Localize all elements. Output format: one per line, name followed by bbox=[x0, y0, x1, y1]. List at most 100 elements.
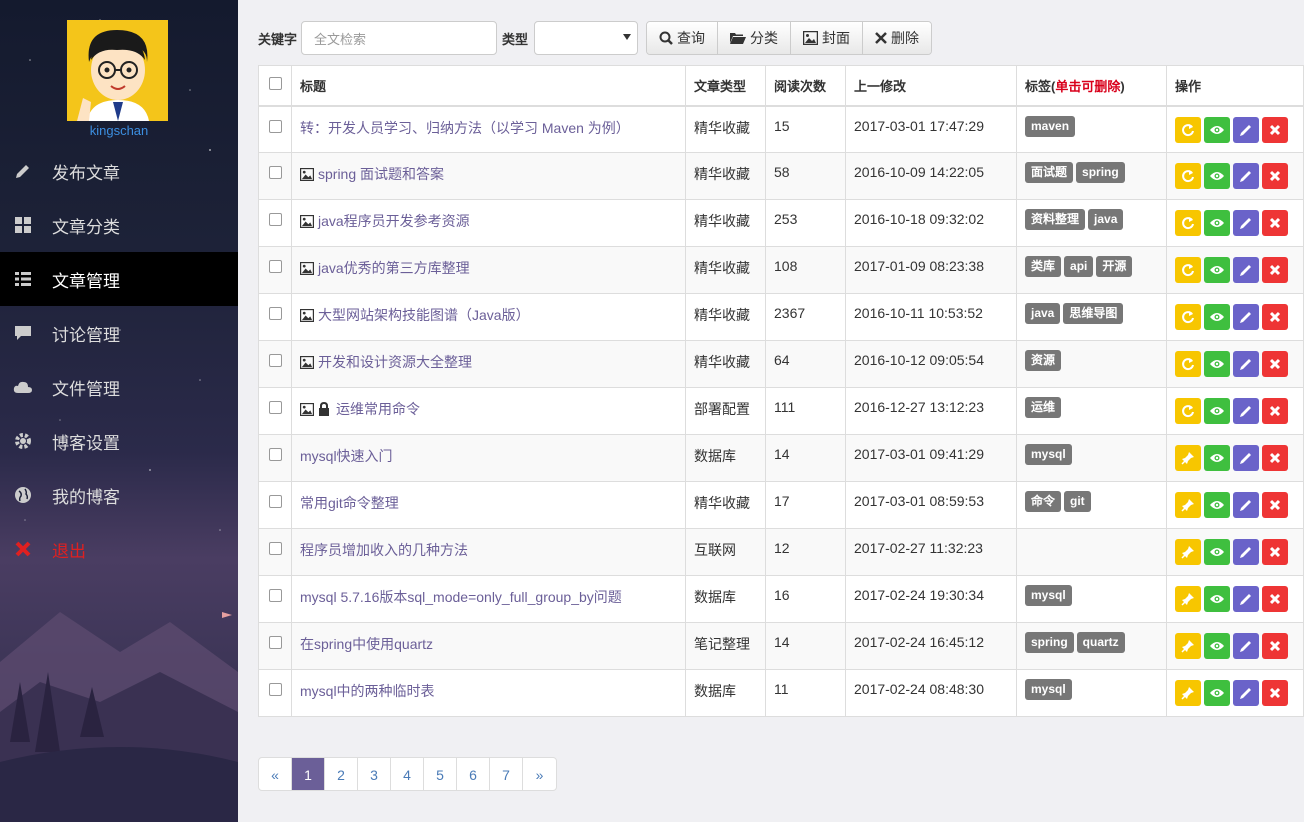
row-checkbox[interactable] bbox=[268, 354, 282, 367]
edit-button[interactable] bbox=[1233, 163, 1259, 189]
refresh-button[interactable] bbox=[1175, 304, 1201, 330]
refresh-button[interactable] bbox=[1175, 351, 1201, 377]
view-button[interactable] bbox=[1204, 257, 1230, 283]
pagination-page[interactable]: 5 bbox=[424, 758, 457, 790]
pagination-page[interactable]: 3 bbox=[358, 758, 391, 790]
tag-badge[interactable]: 面试题 bbox=[1025, 162, 1074, 183]
row-checkbox[interactable] bbox=[268, 636, 282, 649]
delete-row-button[interactable] bbox=[1262, 492, 1288, 518]
row-checkbox[interactable] bbox=[268, 119, 282, 133]
header-modified[interactable]: 上一修改 bbox=[845, 65, 1017, 107]
pin-button[interactable] bbox=[1175, 539, 1201, 565]
tag-badge[interactable]: git bbox=[1064, 491, 1091, 512]
delete-row-button[interactable] bbox=[1262, 257, 1288, 283]
tag-badge[interactable]: mysql bbox=[1025, 585, 1072, 606]
view-button[interactable] bbox=[1204, 680, 1230, 706]
edit-button[interactable] bbox=[1233, 445, 1259, 471]
type-select[interactable] bbox=[534, 21, 639, 55]
tag-badge[interactable]: 类库 bbox=[1025, 256, 1062, 277]
tag-badge[interactable]: java bbox=[1025, 303, 1061, 324]
article-title-link[interactable]: 在spring中使用quartz bbox=[300, 636, 433, 652]
avatar[interactable] bbox=[67, 20, 168, 121]
sidebar-item-logout[interactable]: 退出 bbox=[0, 522, 238, 576]
cover-button[interactable]: 封面 bbox=[791, 22, 864, 54]
view-button[interactable] bbox=[1204, 210, 1230, 236]
tag-badge[interactable]: spring bbox=[1025, 632, 1074, 653]
view-button[interactable] bbox=[1204, 492, 1230, 518]
row-checkbox[interactable] bbox=[268, 401, 282, 414]
edit-button[interactable] bbox=[1233, 398, 1259, 424]
header-reads[interactable]: 阅读次数 bbox=[765, 65, 846, 107]
header-type[interactable]: 文章类型 bbox=[685, 65, 766, 107]
pagination-page[interactable]: 7 bbox=[490, 758, 523, 790]
pagination-page[interactable]: 6 bbox=[457, 758, 490, 790]
view-button[interactable] bbox=[1204, 633, 1230, 659]
article-title-link[interactable]: mysql快速入门 bbox=[300, 448, 393, 464]
delete-row-button[interactable] bbox=[1262, 539, 1288, 565]
row-checkbox[interactable] bbox=[268, 495, 282, 508]
sidebar-item-categories[interactable]: 文章分类 bbox=[0, 198, 238, 252]
edit-button[interactable] bbox=[1233, 539, 1259, 565]
delete-button[interactable]: 删除 bbox=[863, 22, 932, 54]
pagination-page[interactable]: 2 bbox=[325, 758, 358, 790]
article-title-link[interactable]: spring 面试题和答案 bbox=[300, 166, 444, 182]
article-title-link[interactable]: 常用git命令整理 bbox=[300, 495, 399, 511]
article-title-link[interactable]: 程序员增加收入的几种方法 bbox=[300, 542, 468, 558]
select-all-checkbox[interactable] bbox=[268, 77, 282, 91]
row-checkbox[interactable] bbox=[268, 307, 282, 320]
sidebar-item-publish[interactable]: 发布文章 bbox=[0, 144, 238, 198]
tag-badge[interactable]: api bbox=[1064, 256, 1094, 277]
tag-badge[interactable]: 运维 bbox=[1025, 397, 1062, 418]
view-button[interactable] bbox=[1204, 398, 1230, 424]
tag-badge[interactable]: 命令 bbox=[1025, 491, 1062, 512]
row-checkbox[interactable] bbox=[268, 213, 282, 226]
tag-badge[interactable]: 资源 bbox=[1025, 350, 1062, 371]
tag-badge[interactable]: spring bbox=[1076, 162, 1125, 183]
pin-button[interactable] bbox=[1175, 680, 1201, 706]
delete-row-button[interactable] bbox=[1262, 116, 1288, 143]
row-checkbox[interactable] bbox=[268, 260, 282, 273]
view-button[interactable] bbox=[1204, 539, 1230, 565]
article-title-link[interactable]: 开发和设计资源大全整理 bbox=[300, 354, 472, 370]
sidebar-item-settings[interactable]: 博客设置 bbox=[0, 414, 238, 468]
view-button[interactable] bbox=[1204, 163, 1230, 189]
refresh-button[interactable] bbox=[1175, 257, 1201, 283]
tag-badge[interactable]: 思维导图 bbox=[1063, 303, 1124, 324]
delete-row-button[interactable] bbox=[1262, 163, 1288, 189]
refresh-button[interactable] bbox=[1175, 116, 1201, 143]
edit-button[interactable] bbox=[1233, 304, 1259, 330]
sidebar-item-comments[interactable]: 讨论管理 bbox=[0, 306, 238, 360]
sidebar-item-files[interactable]: 文件管理 bbox=[0, 360, 238, 414]
tag-badge[interactable]: 资料整理 bbox=[1025, 209, 1086, 230]
sidebar-item-articles[interactable]: 文章管理 bbox=[0, 252, 238, 306]
article-title-link[interactable]: java程序员开发参考资源 bbox=[300, 213, 470, 229]
tag-badge[interactable]: quartz bbox=[1076, 632, 1125, 653]
edit-button[interactable] bbox=[1233, 116, 1259, 143]
delete-row-button[interactable] bbox=[1262, 398, 1288, 424]
delete-row-button[interactable] bbox=[1262, 351, 1288, 377]
pagination-prev[interactable]: « bbox=[259, 758, 292, 790]
row-checkbox[interactable] bbox=[268, 542, 282, 555]
edit-button[interactable] bbox=[1233, 210, 1259, 236]
edit-button[interactable] bbox=[1233, 492, 1259, 518]
edit-button[interactable] bbox=[1233, 257, 1259, 283]
delete-row-button[interactable] bbox=[1262, 633, 1288, 659]
query-button[interactable]: 查询 bbox=[647, 22, 719, 54]
view-button[interactable] bbox=[1204, 351, 1230, 377]
refresh-button[interactable] bbox=[1175, 398, 1201, 424]
pin-button[interactable] bbox=[1175, 492, 1201, 518]
pin-button[interactable] bbox=[1175, 586, 1201, 612]
row-checkbox[interactable] bbox=[268, 166, 282, 179]
pagination-page[interactable]: 4 bbox=[391, 758, 424, 790]
edit-button[interactable] bbox=[1233, 680, 1259, 706]
view-button[interactable] bbox=[1204, 304, 1230, 330]
refresh-button[interactable] bbox=[1175, 163, 1201, 189]
row-checkbox[interactable] bbox=[268, 589, 282, 602]
view-button[interactable] bbox=[1204, 445, 1230, 471]
tag-badge[interactable]: java bbox=[1088, 209, 1124, 230]
article-title-link[interactable]: mysql中的两种临时表 bbox=[300, 683, 435, 699]
tag-badge[interactable]: mysql bbox=[1025, 444, 1072, 465]
delete-row-button[interactable] bbox=[1262, 586, 1288, 612]
edit-button[interactable] bbox=[1233, 351, 1259, 377]
search-input[interactable]: 全文检索 bbox=[301, 21, 498, 55]
